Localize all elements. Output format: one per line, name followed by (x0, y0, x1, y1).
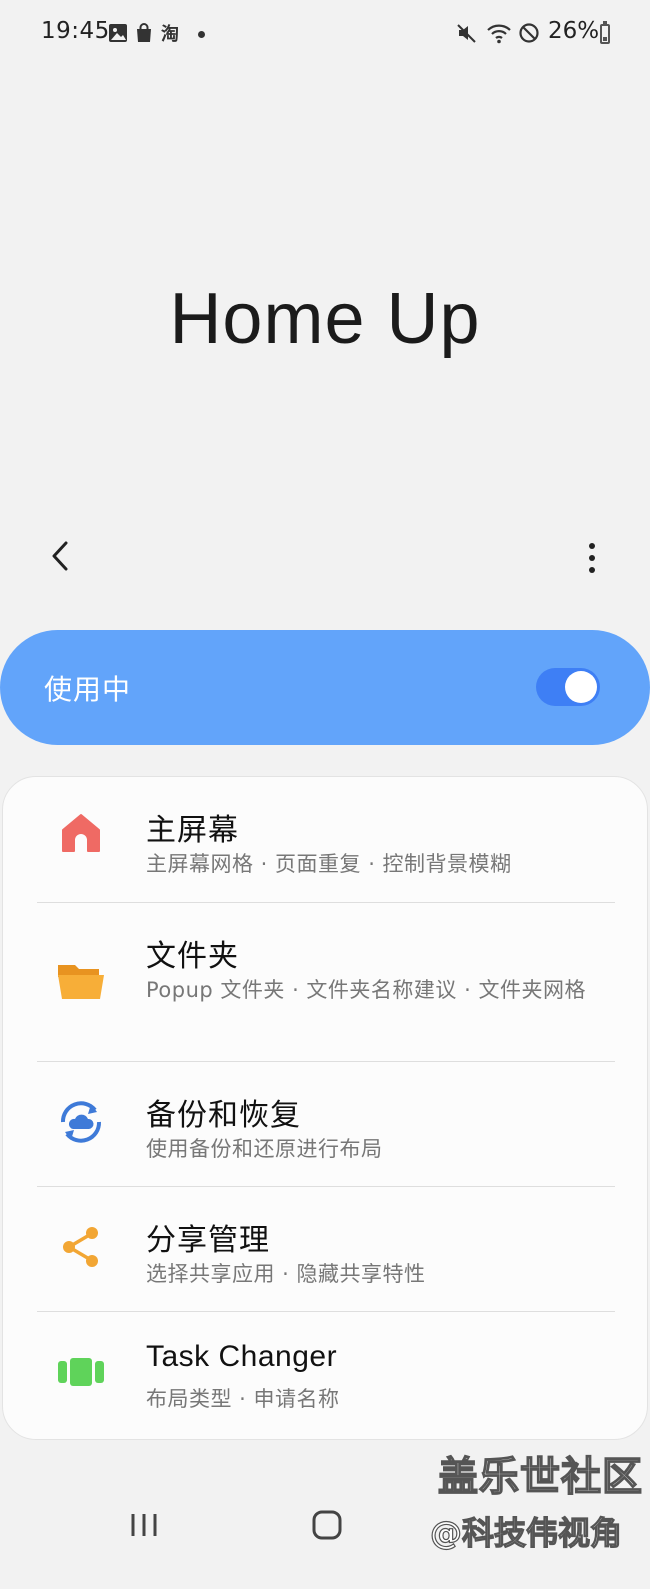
setting-item-title: 分享管理 (146, 1223, 270, 1258)
more-options-button[interactable] (570, 530, 614, 586)
setting-item-title: 主屏幕 (146, 813, 239, 848)
taobao-icon: 淘 (161, 23, 179, 44)
master-toggle[interactable] (536, 668, 600, 706)
setting-item-task-changer[interactable]: Task Changer 布局类型 · 申请名称 (3, 1312, 647, 1439)
toggle-knob (565, 671, 597, 703)
watermark-line-1: 盖乐世社区 (437, 1453, 643, 1501)
back-button[interactable] (38, 528, 82, 584)
home-button[interactable] (307, 1510, 347, 1550)
setting-item-subtitle: 选择共享应用 · 隐藏共享特性 (146, 1262, 426, 1286)
setting-item-title: 文件夹 (146, 939, 239, 974)
image-icon (109, 24, 127, 42)
setting-item-subtitle: 布局类型 · 申请名称 (146, 1387, 340, 1411)
master-switch-label: 使用中 (44, 673, 132, 706)
shopping-bag-icon (137, 23, 151, 42)
setting-item-subtitle: 使用备份和还原进行布局 (146, 1137, 383, 1161)
battery-percent: 26% (548, 18, 600, 44)
recent-apps-icon (131, 1514, 157, 1536)
page-title: Home Up (169, 279, 481, 359)
setting-item-subtitle: Popup 文件夹 · 文件夹名称建议 · 文件夹网格 (146, 978, 586, 1002)
navigation-bar (0, 1510, 650, 1589)
setting-item-subtitle: 主屏幕网格 · 页面重复 · 控制背景模糊 (146, 852, 512, 876)
battery-icon (600, 24, 610, 44)
mute-icon (457, 24, 476, 43)
wifi-icon (487, 24, 511, 44)
settings-card: 主屏幕 主屏幕网格 · 页面重复 · 控制背景模糊 文件夹 Popup 文件夹 … (2, 776, 648, 1440)
setting-item-folder[interactable]: 文件夹 Popup 文件夹 · 文件夹名称建议 · 文件夹网格 (3, 903, 647, 1061)
recent-apps-button[interactable] (124, 1510, 164, 1550)
more-vertical-icon (589, 543, 595, 573)
svg-text:淘: 淘 (161, 23, 179, 44)
status-time: 19:45 (41, 18, 110, 44)
setting-item-share-management[interactable]: 分享管理 选择共享应用 · 隐藏共享特性 (3, 1187, 647, 1311)
master-switch-bar[interactable]: 使用中 (0, 630, 650, 745)
share-icon (63, 1227, 98, 1267)
setting-item-title: 备份和恢复 (146, 1098, 301, 1133)
folder-icon (58, 965, 104, 999)
task-changer-icon (58, 1358, 104, 1386)
chevron-left-icon (52, 541, 68, 571)
cloud-sync-icon (60, 1101, 102, 1143)
do-not-disturb-icon (519, 23, 539, 43)
home-nav-icon (312, 1510, 342, 1540)
setting-item-home-screen[interactable]: 主屏幕 主屏幕网格 · 页面重复 · 控制背景模糊 (3, 777, 647, 901)
setting-item-title: Task Changer (146, 1340, 338, 1373)
home-icon (62, 814, 100, 852)
status-bar: 19:45 淘 26% (0, 0, 650, 70)
notification-dot (198, 31, 205, 38)
setting-item-backup-restore[interactable]: 备份和恢复 使用备份和还原进行布局 (3, 1062, 647, 1186)
